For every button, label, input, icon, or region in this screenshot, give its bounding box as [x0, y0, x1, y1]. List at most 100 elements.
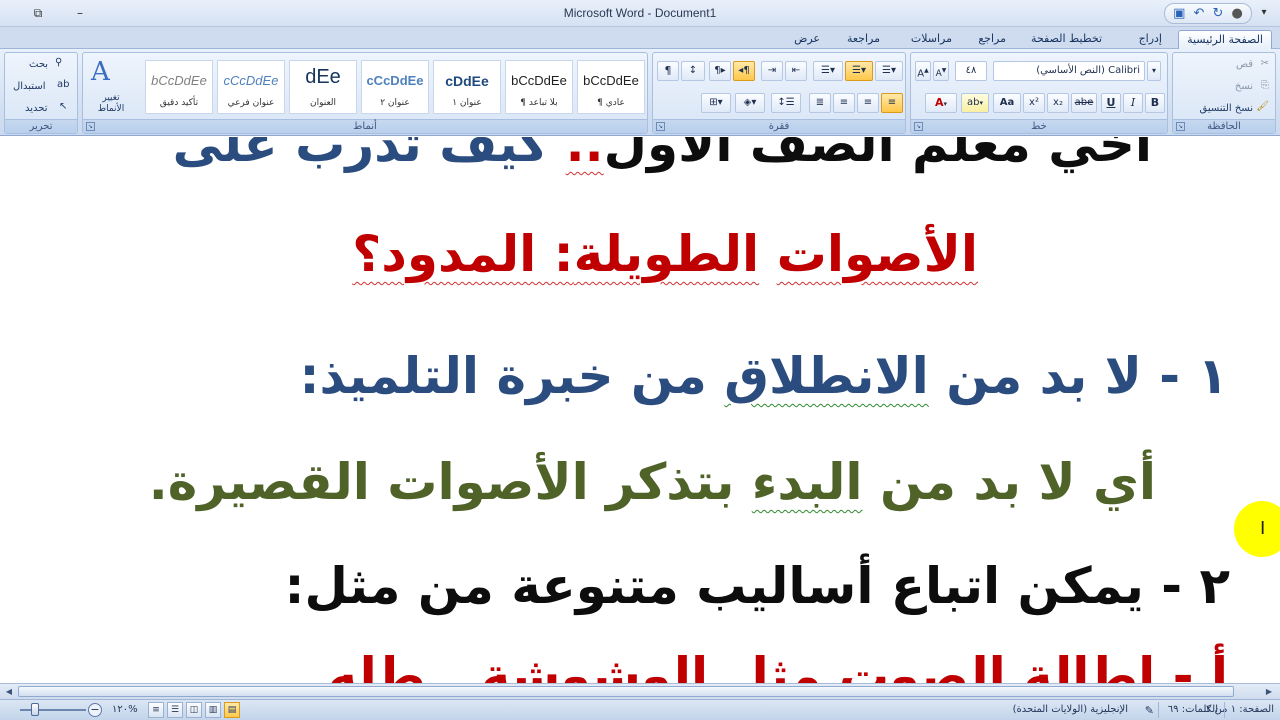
- tab-home[interactable]: الصفحة الرئيسية: [1178, 30, 1272, 49]
- binoculars-icon[interactable]: ⚲: [55, 57, 62, 68]
- doc-line-6: أ - إطالة الصوت مثل الوشوشة.. طله: [327, 647, 1228, 683]
- format-painter-label[interactable]: نسخ التنسيق: [1200, 103, 1253, 114]
- zoom-slider-thumb[interactable]: [31, 703, 39, 716]
- decrease-indent-icon[interactable]: ⇤: [785, 61, 807, 81]
- line-spacing-icon[interactable]: ↕☰: [771, 93, 801, 113]
- shading-icon[interactable]: ◈▾: [735, 93, 765, 113]
- doc-line-2-word-2: الطويلة: [573, 225, 760, 283]
- borders-icon[interactable]: ⊞▾: [701, 93, 731, 113]
- style-sample: cCcDdEe: [223, 73, 279, 88]
- office-button-icon[interactable]: ●: [1232, 7, 1243, 20]
- sort-icon[interactable]: ↕: [681, 61, 705, 81]
- bold-button[interactable]: B: [1145, 93, 1165, 113]
- style-sample: dEe: [305, 66, 341, 88]
- scrollbar-thumb[interactable]: [18, 686, 1234, 697]
- document-page[interactable]: أخي معلم الصف الأول.. كيف تدرب على الأصو…: [0, 137, 1280, 683]
- status-bar: الصفحة: ١ من ٢ الكلمات: ٦٩ ✎ الإنجليزية …: [0, 699, 1280, 720]
- full-screen-view-icon[interactable]: ▥: [205, 702, 221, 718]
- doc-line-1-dots: ..: [565, 137, 604, 173]
- change-styles-icon[interactable]: A: [91, 57, 110, 87]
- font-name-box[interactable]: Calibri (النص الأساسي): [993, 61, 1145, 81]
- style-subtle-emphasis[interactable]: bCcDdEe تأكيد دقيق: [145, 60, 213, 114]
- style-name: تأكيد دقيق: [159, 98, 199, 108]
- doc-line-2: الأصوات الطويلة: المدود؟: [352, 225, 978, 283]
- redo-icon[interactable]: ↻: [1213, 7, 1224, 20]
- scroll-left-icon[interactable]: ◀: [2, 685, 16, 698]
- align-right-icon[interactable]: ≡: [881, 93, 903, 113]
- font-size-box[interactable]: ٤٨: [955, 61, 987, 81]
- styles-launcher-icon[interactable]: ↘: [86, 122, 95, 131]
- doc-line-2-word-1: الأصوات: [776, 225, 978, 283]
- proofing-icon[interactable]: ✎: [1145, 704, 1154, 717]
- tab-insert[interactable]: إدراج: [1131, 30, 1170, 49]
- style-heading-1[interactable]: cDdEe عنوان ١: [433, 60, 501, 114]
- copy-icon[interactable]: ⎘: [1261, 80, 1269, 91]
- web-layout-view-icon[interactable]: ◫: [186, 702, 202, 718]
- mouse-highlight: [1234, 501, 1280, 557]
- ibeam-cursor-icon: I: [1260, 518, 1266, 539]
- style-subtitle[interactable]: cCcDdEe عنوان فرعي: [217, 60, 285, 114]
- strikethrough-button[interactable]: abe: [1071, 93, 1097, 113]
- outline-view-icon[interactable]: ☰: [167, 702, 183, 718]
- font-group: Calibri (النص الأساسي) ▾ ٤٨ A▲ A▼ B I U …: [910, 52, 1168, 134]
- numbering-icon[interactable]: ☰▾: [845, 61, 873, 81]
- multilevel-list-icon[interactable]: ☰▾: [813, 61, 843, 81]
- tab-review[interactable]: مراجعة: [839, 30, 888, 49]
- zoom-slider-track[interactable]: [20, 709, 86, 711]
- change-case-button[interactable]: Aa: [993, 93, 1021, 113]
- highlight-color-icon[interactable]: ab▾: [961, 93, 989, 113]
- style-name: ¶ عادي: [597, 98, 625, 108]
- style-no-spacing[interactable]: bCcDdEe ¶ بلا تباعد: [505, 60, 573, 114]
- scroll-right-icon[interactable]: ▶: [1262, 685, 1276, 698]
- style-heading-2[interactable]: cCcDdEe عنوان ٢: [361, 60, 429, 114]
- select-label[interactable]: تحديد: [25, 103, 48, 114]
- font-launcher-icon[interactable]: ↘: [914, 122, 923, 131]
- cut-label[interactable]: قص: [1236, 59, 1253, 70]
- copy-label[interactable]: نسخ: [1235, 81, 1253, 92]
- tab-references[interactable]: مراجع: [970, 30, 1014, 49]
- shrink-font-icon[interactable]: A▼: [933, 61, 949, 81]
- tab-mailings[interactable]: مراسلات: [903, 30, 960, 49]
- clipboard-launcher-icon[interactable]: ↘: [1176, 122, 1185, 131]
- tab-view[interactable]: عرض: [786, 30, 828, 49]
- underline-button[interactable]: U: [1101, 93, 1121, 113]
- show-formatting-icon[interactable]: ¶: [657, 61, 679, 81]
- qat-customize-icon[interactable]: ▾: [1256, 5, 1272, 21]
- undo-icon[interactable]: ↶: [1193, 7, 1204, 20]
- horizontal-scrollbar[interactable]: ◀ ▶: [0, 683, 1280, 699]
- align-left-icon[interactable]: ≡: [833, 93, 855, 113]
- zoom-level[interactable]: ١٢٠%: [112, 704, 138, 715]
- subscript-button[interactable]: x₂: [1047, 93, 1069, 113]
- italic-button[interactable]: I: [1123, 93, 1143, 113]
- center-icon[interactable]: ≡: [857, 93, 879, 113]
- rtl-direction-icon[interactable]: ◂¶: [733, 61, 755, 81]
- grow-font-icon[interactable]: A▲: [915, 61, 931, 81]
- styles-group: bCcDdEe ¶ عادي bCcDdEe ¶ بلا تباعد cDdEe…: [82, 52, 648, 134]
- find-label[interactable]: بحث: [29, 59, 48, 70]
- tab-page-layout[interactable]: تخطيط الصفحة: [1023, 30, 1110, 49]
- style-normal[interactable]: bCcDdEe ¶ عادي: [577, 60, 645, 114]
- format-painter-icon[interactable]: 🖌: [1256, 101, 1269, 112]
- font-name-dropdown-icon[interactable]: ▾: [1147, 61, 1161, 81]
- select-cursor-icon[interactable]: ↖: [59, 101, 67, 112]
- ltr-direction-icon[interactable]: ¶▸: [709, 61, 731, 81]
- replace-label[interactable]: استبدال: [13, 81, 46, 92]
- style-title[interactable]: dEe العنوان: [289, 60, 357, 114]
- save-icon[interactable]: ▣: [1173, 7, 1185, 20]
- increase-indent-icon[interactable]: ⇥: [761, 61, 783, 81]
- font-group-label: خط: [911, 119, 1167, 133]
- bullets-icon[interactable]: ☰▾: [875, 61, 903, 81]
- cut-icon[interactable]: ✂: [1261, 58, 1269, 69]
- zoom-out-icon[interactable]: −: [88, 703, 102, 717]
- draft-view-icon[interactable]: ≡: [148, 702, 164, 718]
- superscript-button[interactable]: x²: [1023, 93, 1045, 113]
- font-color-icon[interactable]: A▾: [925, 93, 957, 113]
- replace-icon[interactable]: ab: [57, 79, 69, 90]
- doc-line-1: أخي معلم الصف الأول.. كيف تدرب على: [173, 137, 1152, 173]
- change-styles-label[interactable]: تغيير الأنماط: [91, 93, 131, 115]
- language-indicator[interactable]: الإنجليزية (الولايات المتحدة): [1013, 704, 1128, 715]
- word-count[interactable]: الكلمات: ٦٩: [1168, 704, 1218, 715]
- print-layout-view-icon[interactable]: ▤: [224, 702, 240, 718]
- paragraph-launcher-icon[interactable]: ↘: [656, 122, 665, 131]
- justify-icon[interactable]: ≣: [809, 93, 831, 113]
